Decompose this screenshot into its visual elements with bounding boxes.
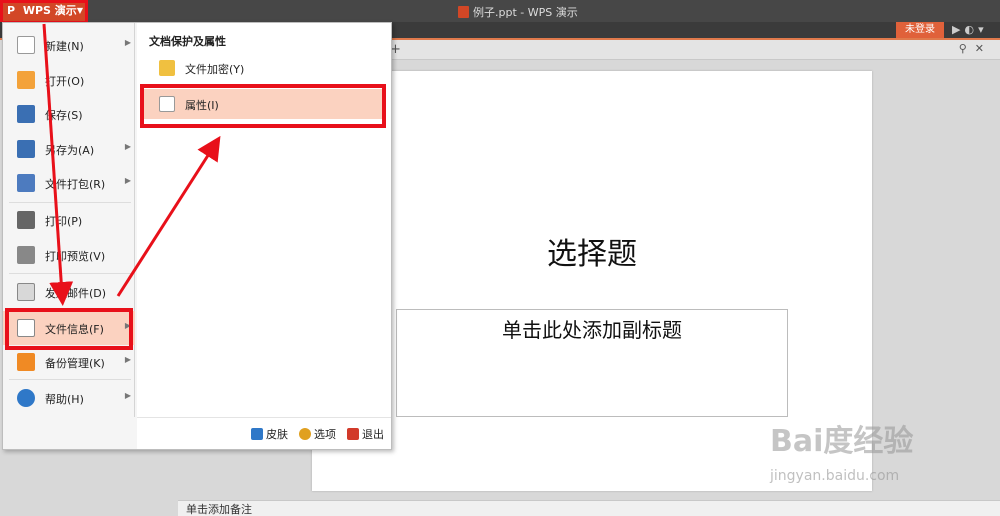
skin-label: 皮肤 (266, 428, 288, 441)
ppt-file-icon (458, 6, 469, 18)
menu-item-label: 发送邮件(D) (45, 287, 107, 300)
slide-title[interactable]: 选择题 (312, 229, 872, 273)
watermark-url: jingyan.baidu.com (770, 468, 900, 484)
subtitle-placeholder[interactable]: 单击此处添加副标题 (396, 309, 788, 417)
submenu-panel: 文档保护及属性 文件加密(Y) 属性(I) (137, 23, 391, 417)
menu-item-print[interactable]: 打印(P) (3, 203, 135, 237)
submenu-heading: 文档保护及属性 (149, 35, 226, 48)
menu-item-new[interactable]: 新建(N) ▶ (3, 28, 135, 62)
tab-strip: + ⚲✕ (390, 40, 1000, 60)
gear-icon (299, 428, 311, 440)
file-menu-panel: 新建(N) ▶ 打开(O) 保存(S) 另存为(A) ▶ 文件打包(R) ▶ 打… (2, 22, 392, 450)
submenu-item-label: 文件加密(Y) (185, 63, 245, 76)
submenu-item-encrypt[interactable]: 文件加密(Y) (143, 53, 383, 83)
menu-divider (9, 273, 131, 274)
menu-item-label: 新建(N) (45, 40, 84, 53)
menu-item-label: 保存(S) (45, 109, 83, 122)
annotation-box-app-button (0, 0, 88, 24)
title-bar: P WPS 演示 ▼ 例子.ppt - WPS 演示 (0, 0, 1000, 24)
close-icon[interactable]: ✕ (975, 42, 992, 55)
menu-bottom-bar: 皮肤 选项 退出 (137, 417, 391, 449)
print-preview-icon (17, 246, 35, 264)
mail-icon (17, 283, 35, 301)
menu-item-help[interactable]: 帮助(H) ▶ (3, 381, 135, 415)
menu-item-label: 打开(O) (45, 75, 85, 88)
chevron-right-icon: ▶ (124, 38, 131, 47)
annotation-box-properties (140, 84, 386, 128)
refresh-icon[interactable]: ◐ (964, 23, 978, 36)
menu-item-label: 帮助(H) (45, 393, 84, 406)
menu-item-print-preview[interactable]: 打印预览(V) (3, 238, 135, 272)
chevron-right-icon: ▶ (124, 355, 131, 364)
exit-button[interactable]: 退出 (347, 426, 384, 442)
menu-item-save-as[interactable]: 另存为(A) ▶ (3, 132, 135, 166)
exit-label: 退出 (362, 428, 384, 441)
tab-tools: ⚲✕ (959, 42, 992, 55)
menu-item-label: 打印(P) (45, 215, 83, 228)
menu-item-label: 打印预览(V) (45, 250, 106, 263)
menu-item-package[interactable]: 文件打包(R) ▶ (3, 166, 135, 200)
menu-item-send-mail[interactable]: 发送邮件(D) (3, 275, 135, 309)
menu-item-label: 备份管理(K) (45, 357, 105, 370)
file-menu-list: 新建(N) ▶ 打开(O) 保存(S) 另存为(A) ▶ 文件打包(R) ▶ 打… (3, 23, 135, 417)
help-icon (17, 389, 35, 407)
menu-item-open[interactable]: 打开(O) (3, 63, 135, 97)
options-label: 选项 (314, 428, 336, 441)
save-as-icon (17, 140, 35, 158)
menu-item-label: 另存为(A) (45, 144, 95, 157)
play-icon[interactable]: ▶ (952, 23, 964, 36)
menu-item-save[interactable]: 保存(S) (3, 97, 135, 131)
toolbar-icons: ▶◐▾ (952, 23, 988, 36)
pin-icon[interactable]: ⚲ (959, 42, 975, 55)
chevron-right-icon: ▶ (124, 391, 131, 400)
save-icon (17, 105, 35, 123)
document-title: 例子.ppt - WPS 演示 (458, 4, 578, 20)
menu-divider (9, 379, 131, 380)
login-button[interactable]: 未登录 (896, 22, 944, 38)
new-file-icon (17, 36, 35, 54)
menu-item-label: 文件打包(R) (45, 178, 106, 191)
subtitle-text: 单击此处添加副标题 (502, 318, 682, 342)
skin-shirt-icon[interactable]: ▾ (978, 23, 988, 36)
open-folder-icon (17, 71, 35, 89)
notes-pane[interactable]: 单击添加备注 (178, 500, 1000, 516)
document-title-text: 例子.ppt - WPS 演示 (473, 6, 578, 19)
menu-item-backup[interactable]: 备份管理(K) ▶ (3, 345, 135, 379)
skin-button[interactable]: 皮肤 (251, 426, 288, 442)
annotation-box-file-info (5, 308, 133, 350)
package-icon (17, 174, 35, 192)
shirt-icon (251, 428, 263, 440)
lock-icon (159, 60, 175, 76)
close-icon (347, 428, 359, 440)
watermark-brand: Bai度经验 (770, 424, 914, 459)
baidu-watermark: Bai度经验 jingyan.baidu.com (770, 416, 990, 496)
chevron-right-icon: ▶ (124, 142, 131, 151)
print-icon (17, 211, 35, 229)
chevron-right-icon: ▶ (124, 176, 131, 185)
options-button[interactable]: 选项 (299, 426, 336, 442)
backup-icon (17, 353, 35, 371)
